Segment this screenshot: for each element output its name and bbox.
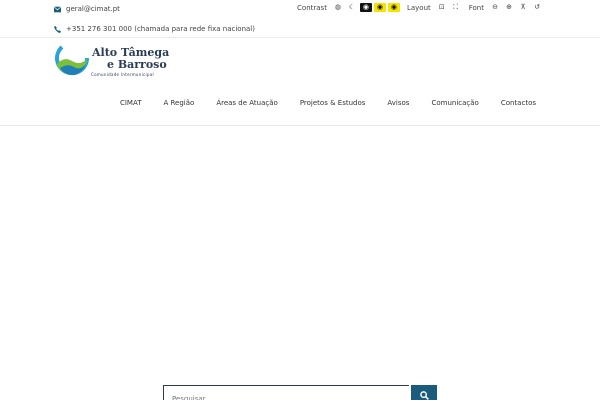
nav-item-projetos-estudos[interactable]: Projetos & Estudos (300, 99, 366, 107)
dark-mode-icon[interactable]: ☾ (346, 3, 358, 12)
readable-font-icon[interactable]: ⊼ (517, 3, 529, 12)
search-icon (419, 391, 429, 400)
logo-mark-icon (55, 45, 90, 76)
layout-fullwidth-icon[interactable]: ⛶ (450, 3, 462, 12)
phone-contact[interactable]: +351 276 301 000 (chamada para rede fixa… (54, 25, 255, 33)
email-contact[interactable]: geral@cimat.pt (54, 5, 120, 13)
nav-item-comunicacao[interactable]: Comunicação (431, 99, 478, 107)
contrast-default-icon[interactable]: ◍ (332, 3, 344, 12)
reset-icon[interactable]: ↺ (531, 3, 543, 12)
phone-text: +351 276 301 000 (chamada para rede fixa… (66, 25, 255, 33)
site-header: Alto Tâmega e Barroso Comunidade Intermu… (0, 38, 600, 126)
top-bar: geral@cimat.pt +351 276 301 000 (chamada… (0, 0, 600, 38)
email-text: geral@cimat.pt (66, 5, 120, 13)
accessibility-toolbar: Contrast ◍ ☾ ◉ ◉ ◉ Layout ⊡ ⛶ Font ⊖ ⊕ ⊼… (291, 3, 544, 12)
font-decrease-icon[interactable]: ⊖ (489, 3, 501, 12)
layout-compact-icon[interactable]: ⊡ (436, 3, 448, 12)
high-contrast-yellow-icon[interactable]: ◉ (387, 3, 400, 12)
layout-label: Layout (406, 3, 431, 12)
search-button[interactable] (411, 385, 437, 400)
nav-item-cimat[interactable]: CIMAT (120, 99, 142, 107)
search-form (163, 385, 437, 400)
phone-icon (54, 25, 61, 33)
logo-title-line2: e Barroso (107, 58, 167, 71)
nav-item-areas-atuacao[interactable]: Áreas de Atuação (216, 99, 278, 107)
site-logo[interactable]: Alto Tâmega e Barroso Comunidade Intermu… (54, 44, 169, 78)
search-input[interactable] (163, 385, 409, 400)
font-label: Font (468, 3, 484, 12)
nav-item-avisos[interactable]: Avisos (387, 99, 409, 107)
envelope-icon (54, 5, 61, 12)
font-increase-icon[interactable]: ⊕ (503, 3, 515, 12)
contrast-label: Contrast (297, 3, 327, 12)
logo-subtitle: Comunidade Intermunicipal (91, 72, 154, 77)
nav-item-regiao[interactable]: A Região (163, 99, 194, 107)
high-contrast-black-yellow-icon[interactable]: ◉ (373, 3, 386, 12)
high-contrast-dark-icon[interactable]: ◉ (359, 3, 372, 12)
nav-item-contactos[interactable]: Contactos (501, 99, 536, 107)
main-navigation: CIMAT A Região Áreas de Atuação Projetos… (98, 99, 536, 107)
